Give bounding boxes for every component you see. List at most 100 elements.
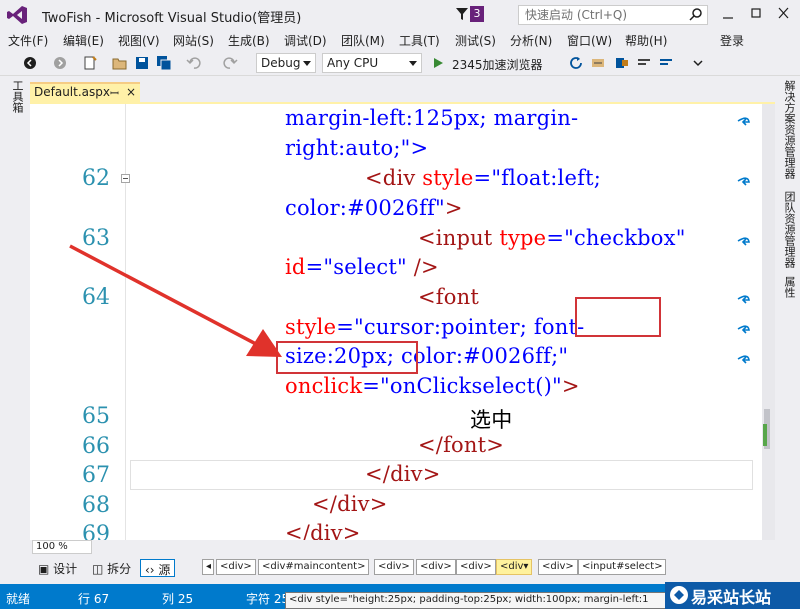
status-line: 行 67 (78, 592, 110, 606)
breadcrumb-item[interactable]: <div#maincontent> (258, 559, 370, 575)
quick-launch-input[interactable]: 快速启动 (Ctrl+Q) (518, 5, 708, 25)
properties-tab[interactable]: 属性 (781, 276, 797, 298)
toolbar-overflow-icon[interactable] (690, 55, 706, 71)
menu-help[interactable]: 帮助(H) (625, 32, 667, 49)
code-text: 选中 (470, 408, 513, 432)
design-label: 设计 (53, 562, 78, 576)
menu-website[interactable]: 网站(S) (173, 32, 214, 49)
tab-default-aspx[interactable]: Default.aspx ꟷ × (30, 82, 140, 102)
login-link[interactable]: 登录 (720, 32, 744, 49)
code-line: </div> (312, 492, 388, 516)
redo-icon[interactable] (222, 55, 238, 71)
code-value: ="float:left; (473, 166, 601, 190)
save-all-icon[interactable] (156, 55, 172, 71)
undo-icon[interactable] (186, 55, 202, 71)
line-number: 68 (82, 493, 110, 518)
code-tag: font (435, 285, 479, 309)
breadcrumb-scroll-left[interactable]: ◂ (202, 559, 214, 575)
open-icon[interactable] (112, 55, 128, 71)
word-wrap-icon (737, 355, 750, 364)
breadcrumb-item[interactable]: <div> (374, 559, 414, 575)
quick-launch-placeholder: 快速启动 (Ctrl+Q) (525, 8, 628, 22)
solution-explorer-tab[interactable]: 解决方案资源管理器 (781, 80, 797, 179)
code-tag: div (337, 492, 370, 516)
save-icon[interactable] (134, 55, 150, 71)
code-tag-bracket: </ (285, 521, 311, 540)
notification-badge[interactable]: 3 (470, 6, 484, 22)
change-marker (763, 424, 767, 446)
code-line: onclick="onClickselect()"> (285, 374, 580, 398)
team-explorer-tab[interactable]: 团队资源管理器 (781, 191, 797, 268)
breadcrumb-item[interactable]: <div> (416, 559, 456, 575)
visual-studio-logo-icon (7, 6, 27, 24)
split-icon: ◫ (92, 562, 108, 576)
code-line: 选中 (470, 404, 512, 434)
filter-icon[interactable] (455, 6, 469, 22)
chevron-down-icon (303, 61, 311, 66)
restore-icon[interactable] (744, 4, 768, 24)
menu-bar: 文件(F) 编辑(E) 视图(V) 网站(S) 生成(B) 调试(D) 团队(M… (0, 30, 800, 50)
code-tag-bracket: > (342, 521, 361, 540)
new-project-icon[interactable] (82, 55, 98, 71)
menu-tools[interactable]: 工具(T) (399, 32, 440, 49)
menu-test[interactable]: 测试(S) (455, 32, 496, 49)
code-editor[interactable]: 62 63 64 65 66 67 68 69 margin-left:125p… (30, 104, 775, 540)
menu-analyze[interactable]: 分析(N) (510, 32, 552, 49)
tab-close-icon[interactable]: × (126, 85, 136, 99)
code-line: <input type="checkbox" (418, 226, 686, 250)
zoom-dropdown[interactable]: 100 % (32, 540, 92, 554)
minimize-icon[interactable] (716, 4, 740, 24)
code-value: ="checkbox" (546, 226, 686, 250)
code-tag-bracket: </ (312, 492, 338, 516)
close-icon[interactable] (772, 4, 796, 24)
code-line: style="cursor:pointer; font- (285, 315, 584, 339)
code-tag-bracket: > (486, 433, 505, 457)
word-wrap-icon (737, 177, 750, 186)
code-line: <font (418, 285, 479, 309)
refresh-icon[interactable] (568, 55, 584, 71)
breadcrumb-item-current[interactable]: <div▾ (496, 559, 533, 575)
tab-label: Default.aspx (34, 85, 110, 99)
breadcrumb-item[interactable]: <div> (456, 559, 496, 575)
code-value: ="cursor:pointer; font- (336, 315, 585, 339)
menu-view[interactable]: 视图(V) (118, 32, 160, 49)
split-view-button[interactable]: ◫ 拆分 (88, 559, 135, 577)
title-bar: TwoFish - Microsoft Visual Studio(管理员) 3… (0, 0, 800, 30)
menu-build[interactable]: 生成(B) (228, 32, 270, 49)
platform-dropdown[interactable]: Any CPU (322, 53, 422, 73)
code-tag-bracket: > (561, 374, 580, 398)
configuration-dropdown[interactable]: Debug (256, 53, 316, 73)
source-view-button[interactable]: ‹› 源 (140, 559, 176, 577)
pin-icon[interactable]: ꟷ (110, 86, 119, 101)
back-icon[interactable] (22, 55, 38, 71)
code-tag: div (310, 521, 343, 540)
forward-icon[interactable] (52, 55, 68, 71)
configuration-value: Debug (261, 56, 301, 70)
breadcrumb-item[interactable]: <div> (538, 559, 578, 575)
menu-debug[interactable]: 调试(D) (284, 32, 327, 49)
design-icon: ▣ (38, 562, 54, 576)
design-view-button[interactable]: ▣ 设计 (34, 559, 81, 577)
line-number: 67 (82, 463, 110, 488)
toolbar-uncomment-icon[interactable] (658, 55, 674, 71)
status-char: 字符 25 (246, 592, 290, 606)
word-wrap-icon (737, 117, 750, 126)
code-tag-bracket: </ (418, 433, 444, 457)
toolbar-bookmark-icon[interactable] (614, 55, 630, 71)
breadcrumb-item[interactable]: <input#select> (578, 559, 666, 575)
watermark-text: 易采站长站 (691, 588, 772, 607)
menu-team[interactable]: 团队(M) (341, 32, 385, 49)
start-debugging-icon[interactable] (430, 55, 446, 71)
breadcrumb-item[interactable]: <div> (216, 559, 256, 575)
menu-window[interactable]: 窗口(W) (567, 32, 612, 49)
vertical-scrollbar[interactable] (762, 104, 775, 540)
toolbar-comment-icon[interactable] (636, 55, 652, 71)
collapse-toggle[interactable] (121, 174, 130, 183)
browser-link-icon[interactable] (590, 55, 606, 71)
split-label: 拆分 (107, 562, 132, 576)
menu-edit[interactable]: 编辑(E) (63, 32, 104, 49)
menu-file[interactable]: 文件(F) (8, 32, 48, 49)
run-target-label[interactable]: 2345加速浏览器 (452, 56, 543, 73)
toolbox-tab[interactable]: 工具箱 (9, 80, 25, 113)
chevron-down-icon (409, 61, 417, 66)
